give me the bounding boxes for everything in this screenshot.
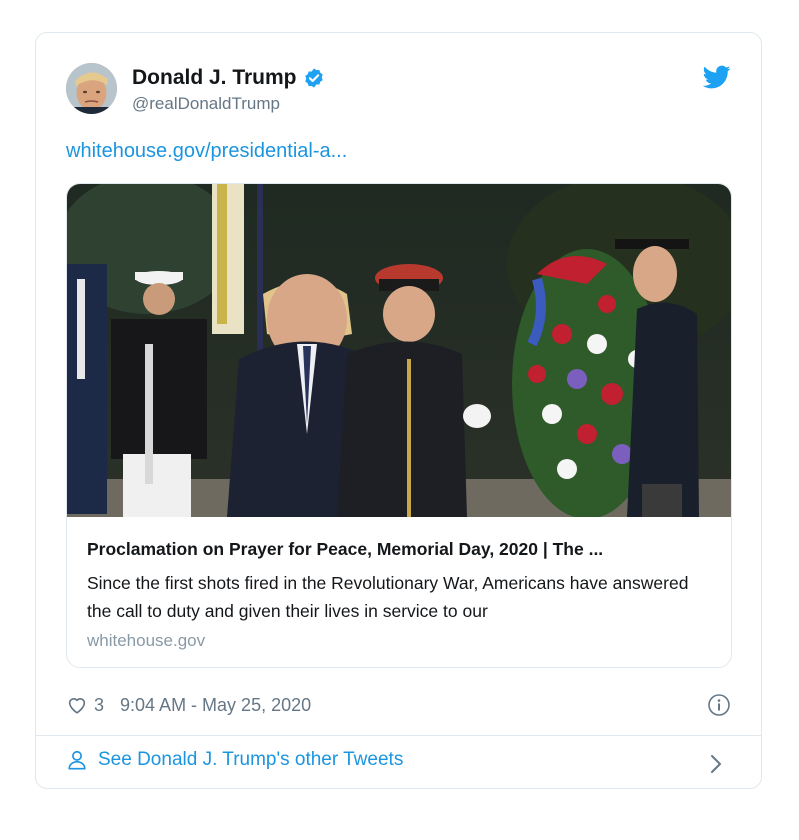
author-display-name[interactable]: Donald J. Trump xyxy=(132,66,297,90)
tweet-meta: 3 9:04 AM - May 25, 2020 xyxy=(66,694,311,716)
other-tweets-link[interactable]: See Donald J. Trump's other Tweets xyxy=(66,749,403,771)
link-card[interactable]: Proclamation on Prayer for Peace, Memori… xyxy=(66,183,732,668)
author-handle[interactable]: @realDonaldTrump xyxy=(132,94,280,114)
timestamp[interactable]: 9:04 AM - May 25, 2020 xyxy=(120,695,311,716)
chevron-right-icon[interactable] xyxy=(707,753,725,775)
other-tweets-label[interactable]: See Donald J. Trump's other Tweets xyxy=(98,749,403,771)
twitter-bird-icon[interactable] xyxy=(703,63,731,91)
divider xyxy=(36,735,761,736)
person-icon xyxy=(68,750,86,770)
card-description: Since the first shots fired in the Revol… xyxy=(87,573,689,621)
card-body[interactable]: Proclamation on Prayer for Peace, Memori… xyxy=(67,517,731,667)
avatar[interactable] xyxy=(66,63,117,114)
heart-icon[interactable] xyxy=(66,694,88,716)
info-icon[interactable] xyxy=(707,693,731,717)
like-count[interactable]: 3 xyxy=(94,695,104,716)
verified-badge-icon xyxy=(304,68,323,88)
author-name-row[interactable]: Donald J. Trump xyxy=(132,66,325,90)
card-title[interactable]: Proclamation on Prayer for Peace, Memori… xyxy=(87,537,713,561)
card-image[interactable] xyxy=(67,184,732,517)
card-domain: whitehouse.gov xyxy=(87,631,206,650)
tweet-link[interactable]: whitehouse.gov/presidential-a... xyxy=(66,140,347,163)
embedded-tweet: Donald J. Trump @realDonaldTrump whiteho… xyxy=(35,32,762,789)
